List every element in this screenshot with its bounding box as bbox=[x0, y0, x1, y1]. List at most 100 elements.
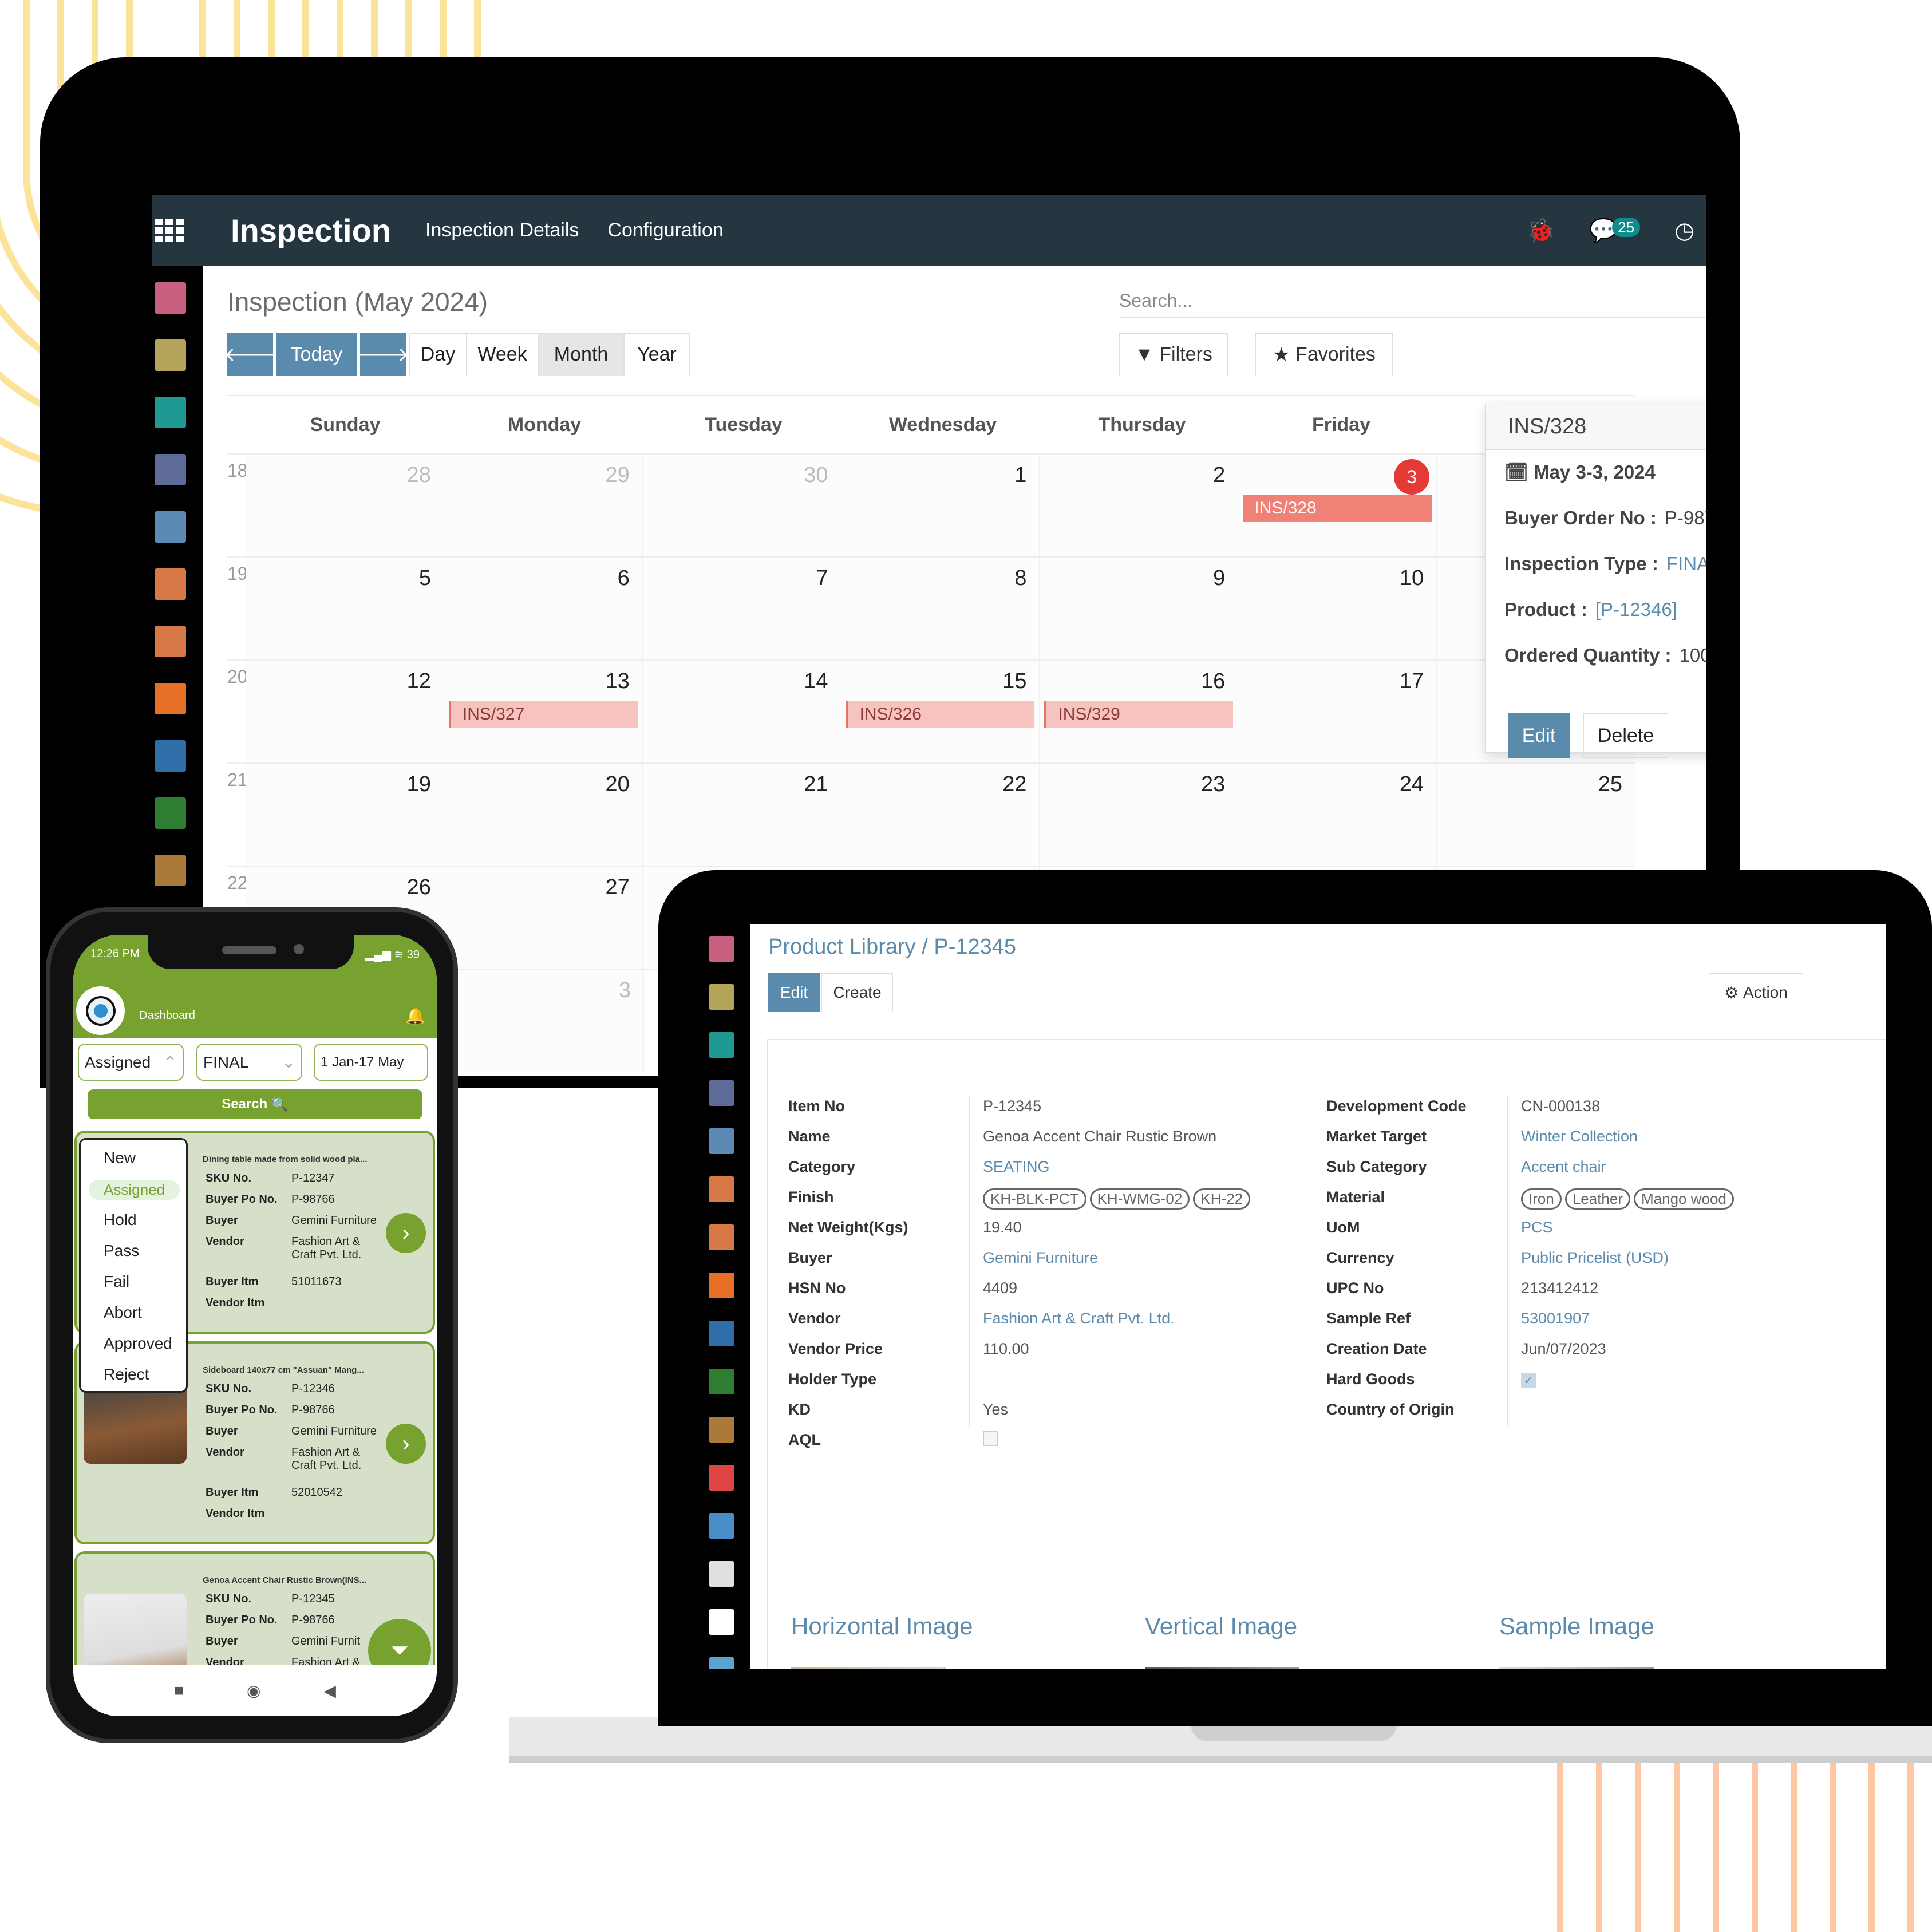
action-button[interactable]: ⚙ Action bbox=[1709, 973, 1803, 1012]
status-option-new[interactable]: New bbox=[104, 1149, 136, 1167]
search-input[interactable]: Search... bbox=[1119, 290, 1706, 318]
calendar-day[interactable]: 9 bbox=[1040, 558, 1239, 659]
calendar-day[interactable]: 5 bbox=[246, 558, 444, 659]
vertical-image[interactable] bbox=[1145, 1667, 1299, 1669]
calendar-day[interactable]: 25 bbox=[1437, 764, 1636, 866]
field-value[interactable]: Accent chair bbox=[1521, 1158, 1606, 1176]
notification-bell-icon[interactable]: 🔔 bbox=[405, 1006, 425, 1025]
calendar-day[interactable]: 28 bbox=[246, 455, 444, 556]
calendar-day[interactable]: 24 bbox=[1238, 764, 1437, 866]
calendar-day[interactable]: 14 bbox=[642, 661, 841, 762]
menu-configuration[interactable]: Configuration bbox=[607, 219, 723, 242]
status-option-pass[interactable]: Pass bbox=[104, 1242, 139, 1260]
date-range-filter[interactable]: 1 Jan-17 May bbox=[314, 1044, 428, 1081]
inspection-clipboard-icon[interactable] bbox=[709, 1321, 734, 1346]
today-button[interactable]: Today bbox=[276, 333, 357, 376]
calendar-day[interactable]: 22 bbox=[841, 764, 1040, 866]
calendar-app-icon[interactable] bbox=[709, 984, 734, 1010]
calendar-day[interactable]: 1 bbox=[841, 455, 1040, 556]
home-icon[interactable]: ◉ bbox=[247, 1681, 260, 1700]
calendar-day[interactable]: 16 INS/329 bbox=[1040, 661, 1239, 762]
next-button[interactable]: 🡒 bbox=[357, 333, 409, 376]
calendar-day[interactable]: 20 bbox=[444, 764, 643, 866]
field-value[interactable]: Winter Collection bbox=[1521, 1128, 1638, 1145]
delivery-truck-icon[interactable] bbox=[709, 1417, 734, 1443]
view-month[interactable]: Month bbox=[538, 333, 624, 376]
apps-grid-icon[interactable] bbox=[155, 219, 184, 242]
activity-clock-icon[interactable]: ◷ bbox=[1674, 218, 1694, 244]
status-option-fail[interactable]: Fail bbox=[104, 1273, 129, 1291]
calendar-day[interactable]: 21 bbox=[642, 764, 841, 866]
crm-handshake-icon[interactable] bbox=[709, 1080, 734, 1106]
inspection-type-value[interactable]: FINAL bbox=[1666, 553, 1706, 574]
delivery-truck-icon[interactable] bbox=[155, 855, 186, 886]
popover-delete-button[interactable]: Delete bbox=[1583, 713, 1668, 758]
create-button[interactable]: Create bbox=[821, 973, 893, 1012]
open-card-chevron-icon[interactable]: › bbox=[386, 1213, 426, 1253]
calendar-day[interactable]: 15 INS/326 bbox=[841, 661, 1040, 762]
breadcrumb[interactable]: Product Library / P-12345 bbox=[768, 935, 1016, 959]
search-button[interactable]: Search 🔍 bbox=[88, 1089, 422, 1119]
app-icon[interactable] bbox=[155, 683, 186, 714]
calendar-day[interactable]: 23 bbox=[1040, 764, 1239, 866]
calendar-day[interactable]: 7 bbox=[642, 558, 841, 659]
discuss-icon[interactable] bbox=[155, 282, 186, 314]
reports-chart-icon[interactable] bbox=[709, 1176, 734, 1202]
calendar-event[interactable]: INS/329 bbox=[1044, 701, 1234, 728]
status-option-approved[interactable]: Approved bbox=[104, 1334, 172, 1353]
calendar-day[interactable]: 12 bbox=[246, 661, 444, 762]
calendar-day[interactable]: 27 bbox=[444, 867, 643, 969]
popover-edit-button[interactable]: Edit bbox=[1508, 713, 1570, 758]
field-value[interactable]: Gemini Furniture bbox=[983, 1249, 1098, 1267]
messages-button[interactable]: 💬25 bbox=[1589, 217, 1641, 244]
calendar-event[interactable]: INS/326 bbox=[846, 701, 1035, 728]
horizontal-image[interactable] bbox=[791, 1667, 946, 1669]
view-day[interactable]: Day bbox=[409, 333, 467, 376]
field-value[interactable]: Public Pricelist (USD) bbox=[1521, 1249, 1669, 1267]
status-option-hold[interactable]: Hold bbox=[104, 1211, 137, 1229]
filters-button[interactable]: ▼ Filters bbox=[1119, 333, 1228, 376]
travel-icon[interactable] bbox=[709, 1657, 734, 1669]
favorites-button[interactable]: ★ Favorites bbox=[1255, 333, 1393, 376]
debug-bug-icon[interactable]: 🐞 bbox=[1527, 217, 1555, 244]
calendar-event[interactable]: INS/328 bbox=[1243, 495, 1432, 522]
calendar-day[interactable]: 10 bbox=[1238, 558, 1437, 659]
recent-apps-icon[interactable]: ■ bbox=[174, 1681, 184, 1700]
calendar-day[interactable]: 8 bbox=[841, 558, 1040, 659]
prev-button[interactable]: 🡐 bbox=[224, 333, 276, 376]
type-filter-select[interactable]: FINAL ⌄ bbox=[196, 1044, 302, 1081]
crm-handshake-icon[interactable] bbox=[155, 454, 186, 485]
contacts-icon[interactable] bbox=[155, 397, 186, 428]
view-year[interactable]: Year bbox=[624, 333, 690, 376]
website-globe-icon[interactable] bbox=[709, 1224, 734, 1250]
factory-icon[interactable] bbox=[709, 1369, 734, 1394]
calendar-day[interactable]: 29 bbox=[444, 455, 643, 556]
notification-icon[interactable] bbox=[709, 1128, 734, 1154]
field-value[interactable]: PCS bbox=[1521, 1219, 1553, 1236]
calendar-day[interactable]: 13 INS/327 bbox=[444, 661, 643, 762]
open-card-chevron-icon[interactable]: › bbox=[386, 1424, 426, 1464]
cloud-icon[interactable] bbox=[709, 1561, 734, 1587]
sample-image[interactable] bbox=[1499, 1667, 1654, 1669]
calendar-app-icon[interactable] bbox=[155, 339, 186, 371]
calendar-day[interactable]: 30 bbox=[642, 455, 841, 556]
contacts-icon[interactable] bbox=[709, 1032, 734, 1058]
reports-chart-icon[interactable] bbox=[155, 568, 186, 600]
calendar-day[interactable]: 19 bbox=[246, 764, 444, 866]
website-globe-icon[interactable] bbox=[155, 626, 186, 657]
edit-button[interactable]: Edit bbox=[768, 973, 820, 1012]
field-value[interactable]: Fashion Art & Craft Pvt. Ltd. bbox=[983, 1310, 1175, 1327]
notification-icon[interactable] bbox=[155, 511, 186, 543]
calendar-day[interactable]: 17 bbox=[1238, 661, 1437, 762]
calendar-event[interactable]: INS/327 bbox=[448, 701, 638, 728]
calendar-day[interactable]: 2 bbox=[1040, 455, 1239, 556]
inspection-clipboard-icon[interactable] bbox=[155, 740, 186, 772]
checkbox[interactable] bbox=[983, 1431, 998, 1446]
status-option-assigned[interactable]: Assigned bbox=[89, 1180, 180, 1200]
app-icon[interactable] bbox=[709, 1273, 734, 1298]
calculator-icon[interactable] bbox=[709, 1465, 734, 1491]
notebook-icon[interactable] bbox=[709, 1513, 734, 1539]
checkbox[interactable]: ✓ bbox=[1521, 1373, 1536, 1388]
back-icon[interactable]: ◀ bbox=[323, 1681, 336, 1700]
factory-icon[interactable] bbox=[155, 797, 186, 829]
